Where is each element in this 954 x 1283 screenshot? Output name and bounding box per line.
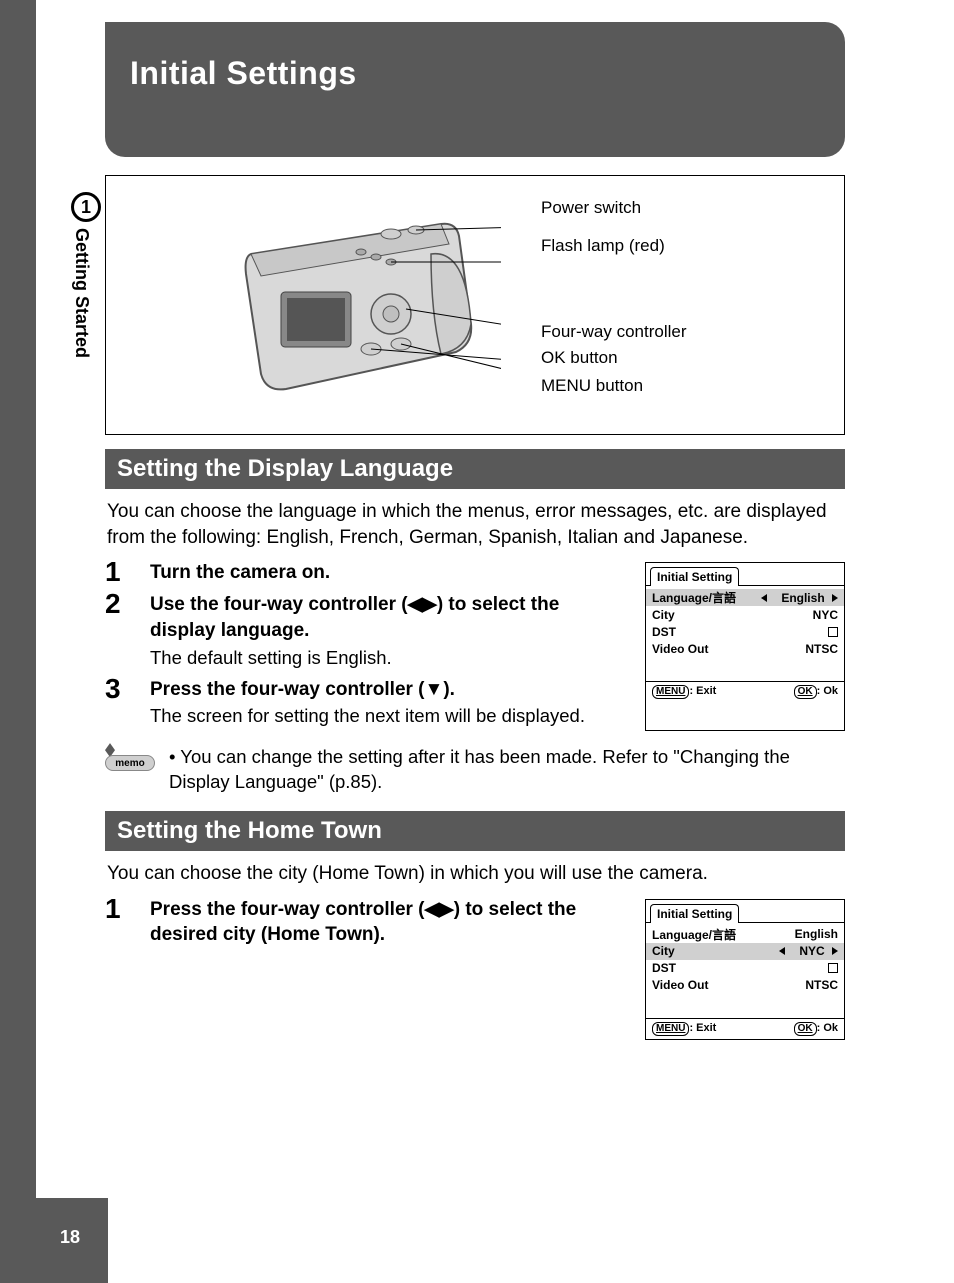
lcd-label: City	[652, 944, 675, 958]
triangle-right-icon	[832, 594, 838, 602]
section1-intro: You can choose the language in which the…	[105, 499, 845, 550]
lcd-row-video: Video Out NTSC	[652, 640, 838, 657]
triangle-left-icon	[761, 594, 767, 602]
step-title: Use the four-way controller (◀▶) to sele…	[150, 592, 630, 643]
lcd-value: NTSC	[805, 978, 838, 992]
lcd-label: Video Out	[652, 642, 708, 656]
page-gutter	[0, 0, 36, 1283]
checkbox-icon	[828, 627, 838, 637]
step-number: 2	[105, 588, 150, 670]
lcd-value: NYC	[799, 944, 824, 958]
lcd-label: Language/言語	[652, 589, 736, 606]
lcd-screenshot-city: Initial Setting Language/言語 English City…	[645, 899, 845, 1040]
step-subtext: The screen for setting the next item wil…	[150, 704, 630, 729]
camera-diagram: Power switch Flash lamp (red) Four-way c…	[105, 175, 845, 435]
menu-keycap-icon: MENU	[652, 1022, 689, 1036]
step-title: Press the four-way controller (◀▶) to se…	[150, 897, 630, 948]
memo-block: memo • You can change the setting after …	[105, 745, 845, 795]
chapter-number-circle: 1	[71, 192, 101, 222]
lcd-value: English	[781, 591, 824, 605]
lcd-footer: MENU: Exit OK: Ok	[646, 681, 844, 702]
memo-text-content: You can change the setting after it has …	[169, 746, 790, 792]
camera-illustration	[231, 194, 501, 404]
ok-keycap-icon: OK	[794, 1022, 817, 1036]
lcd-footer-label: : Ok	[817, 685, 838, 697]
step-2: 2 Use the four-way controller (◀▶) to se…	[105, 588, 630, 670]
lcd-footer-label: : Exit	[689, 685, 716, 697]
step-title: Press the four-way controller (▼).	[150, 677, 630, 703]
triangle-right-icon	[832, 947, 838, 955]
lcd-screenshot-language: Initial Setting Language/言語 English City…	[645, 562, 845, 731]
section-heading-home-town: Setting the Home Town	[105, 811, 845, 851]
lcd-footer-label: : Exit	[689, 1022, 716, 1034]
chapter-tab-label: Getting Started	[71, 228, 92, 358]
ok-keycap-icon: OK	[794, 685, 817, 699]
lcd-row-video: Video Out NTSC	[652, 977, 838, 994]
checkbox-icon	[828, 963, 838, 973]
lcd-value: NYC	[813, 608, 838, 622]
step-1: 1 Turn the camera on.	[105, 556, 630, 586]
chapter-number: 1	[81, 197, 91, 218]
lcd-footer-label: : Ok	[817, 1022, 838, 1034]
menu-keycap-icon: MENU	[652, 685, 689, 699]
step-number: 3	[105, 673, 150, 730]
lcd-label: Video Out	[652, 978, 708, 992]
lcd-row-language: Language/言語 English	[652, 926, 838, 943]
step-number: 1	[105, 893, 150, 948]
page-title-box: Initial Settings	[105, 22, 845, 157]
lcd-row-city: City NYC	[646, 943, 844, 960]
lcd-value: English	[795, 927, 838, 941]
step-3: 3 Press the four-way controller (▼). The…	[105, 673, 630, 730]
callout-menu-button: MENU button	[541, 376, 643, 396]
lcd-row-dst: DST	[652, 623, 838, 640]
callout-flash-lamp: Flash lamp (red)	[541, 236, 665, 256]
callout-power-switch: Power switch	[541, 198, 641, 218]
lcd-label: Language/言語	[652, 926, 736, 943]
step-number: 1	[105, 556, 150, 586]
step-subtext: The default setting is English.	[150, 646, 630, 671]
section2-intro: You can choose the city (Home Town) in w…	[105, 861, 845, 887]
step-title: Turn the camera on.	[150, 560, 630, 586]
lcd-footer: MENU: Exit OK: Ok	[646, 1018, 844, 1039]
memo-icon: memo	[105, 745, 155, 781]
lcd-tab: Initial Setting	[650, 904, 739, 923]
lcd-label: DST	[652, 961, 676, 975]
lcd-row-city: City NYC	[652, 606, 838, 623]
page-title: Initial Settings	[130, 55, 357, 92]
memo-icon-label: memo	[105, 755, 155, 771]
callout-ok-button: OK button	[541, 348, 618, 368]
lcd-label: City	[652, 608, 675, 622]
memo-text: • You can change the setting after it ha…	[169, 745, 845, 795]
triangle-left-icon	[779, 947, 785, 955]
lcd-row-language: Language/言語 English	[646, 589, 844, 606]
section-heading-display-language: Setting the Display Language	[105, 449, 845, 489]
callout-four-way-controller: Four-way controller	[541, 322, 687, 342]
lcd-value: NTSC	[805, 642, 838, 656]
lcd-tab: Initial Setting	[650, 567, 739, 586]
page-number: 18	[60, 1227, 84, 1248]
section2-step-1: 1 Press the four-way controller (◀▶) to …	[105, 893, 630, 948]
lcd-row-dst: DST	[652, 960, 838, 977]
lcd-label: DST	[652, 625, 676, 639]
